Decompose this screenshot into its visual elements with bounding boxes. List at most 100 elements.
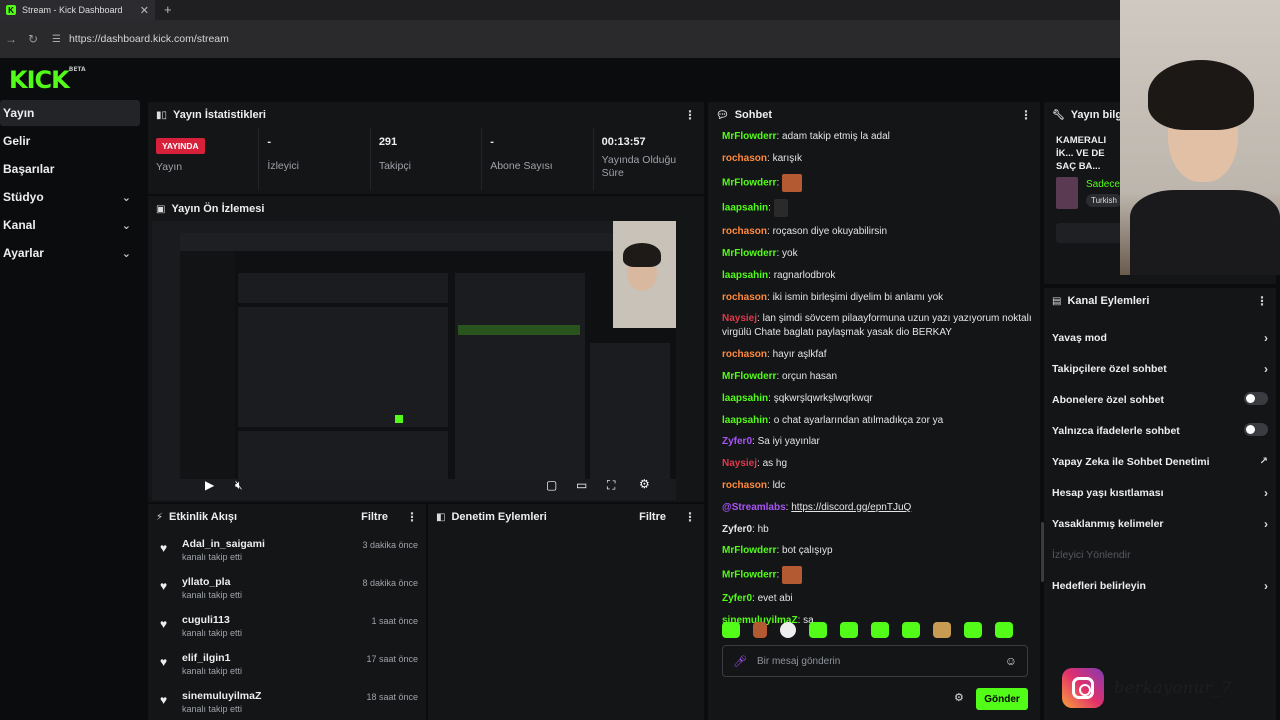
chat-username[interactable]: MrFlowderr — [722, 570, 776, 581]
action-goals[interactable]: Hedefleri belirleyin › — [1044, 570, 1276, 601]
site-settings-icon[interactable]: ☰ — [52, 34, 61, 45]
emote-icon[interactable] — [964, 622, 982, 638]
action-followers-only[interactable]: Takipçilere özel sohbet › — [1044, 353, 1276, 384]
send-button[interactable]: Gönder — [976, 688, 1028, 710]
chat-settings-icon[interactable]: ⚙ — [954, 691, 964, 704]
action-label: Hedefleri belirleyin — [1052, 579, 1146, 592]
emote-icon[interactable] — [809, 622, 827, 638]
feed-user[interactable]: yllato_pla — [182, 576, 362, 588]
theater-icon[interactable]: ▭ — [576, 478, 587, 492]
action-banned-words[interactable]: Yasaklanmış kelimeler › — [1044, 508, 1276, 539]
chat-username[interactable]: @Streamlabs — [722, 502, 786, 513]
chat-message: rochason: karışık — [722, 152, 1038, 166]
emote-icon[interactable] — [902, 622, 920, 638]
chat-username[interactable]: rochason — [722, 226, 767, 237]
feed-user[interactable]: elif_ilgin1 — [182, 652, 366, 664]
chat-input[interactable]: 🎤︎ Bir mesaj gönderin ☺ — [722, 645, 1028, 677]
chat-username[interactable]: MrFlowderr — [722, 248, 776, 259]
wrench-icon: 🔧︎ — [1052, 109, 1065, 121]
chat-username[interactable]: Naysiej — [722, 313, 757, 324]
chat-username[interactable]: MrFlowderr — [722, 371, 776, 382]
list-item[interactable]: ♥ cuguli113 kanalı takip etti 1 saat önce — [148, 614, 426, 652]
more-options-icon[interactable]: ⋮ — [684, 510, 696, 524]
feed-time: 8 dakika önce — [362, 578, 418, 588]
list-item[interactable]: ♥ Adal_in_saigami kanalı takip etti 3 dak… — [148, 538, 426, 576]
more-options-icon[interactable]: ⋮ — [684, 108, 696, 122]
microphone-icon[interactable]: 🎤︎ — [733, 655, 747, 668]
sidebar-item-yayin[interactable]: Yayın — [0, 100, 140, 126]
filter-button[interactable]: Filtre — [361, 511, 388, 523]
sidebar-item-basarilar[interactable]: Başarılar — [0, 156, 140, 182]
chat-username[interactable]: laapsahin — [722, 270, 768, 281]
chat-text: karışık — [772, 152, 803, 164]
preview-icon: ▣ — [156, 203, 166, 215]
stat-label: Takipçi — [378, 160, 411, 172]
emote-icon[interactable] — [933, 622, 951, 638]
chevron-right-icon: › — [1264, 485, 1268, 500]
sidebar-item-label: Yayın — [3, 106, 35, 120]
chat-username[interactable]: rochason — [722, 153, 767, 164]
chat-message: Zyfer0: Sa iyi yayınlar — [722, 435, 1038, 449]
mute-icon[interactable]: 🔇︎ — [235, 478, 243, 493]
logo-badge: BETA — [68, 66, 86, 73]
chat-username[interactable]: laapsahin — [722, 393, 768, 404]
browser-tab[interactable]: K Stream - Kick Dashboard ✕ — [0, 0, 155, 20]
chat-username[interactable]: Zyfer0 — [722, 436, 752, 447]
sidebar-item-studyo[interactable]: Stüdyo ⌄ — [0, 184, 140, 210]
category-name[interactable]: Sadece — [1086, 179, 1122, 190]
emotes-only-toggle[interactable] — [1244, 422, 1268, 436]
more-options-icon[interactable]: ⋮ — [406, 510, 418, 524]
chat-username[interactable]: laapsahin — [722, 415, 768, 426]
sidebar-item-ayarlar[interactable]: Ayarlar ⌄ — [0, 240, 140, 266]
action-ai-moderation[interactable]: Yapay Zeka ile Sohbet Denetimi ↗ — [1044, 446, 1276, 477]
more-options-icon[interactable]: ⋮ — [1020, 108, 1032, 122]
list-item[interactable]: ♥ sinemuluyilmaZ kanalı takip etti 18 saa… — [148, 690, 426, 720]
kick-logo[interactable]: KICKBETA — [9, 66, 86, 94]
chat-username[interactable]: MrFlowderr — [722, 177, 776, 188]
emote-icon[interactable] — [753, 622, 767, 638]
emote-icon[interactable] — [995, 622, 1013, 638]
new-tab-icon[interactable]: + — [164, 2, 172, 17]
forward-icon[interactable]: → — [0, 32, 22, 46]
sidebar-item-kanal[interactable]: Kanal ⌄ — [0, 212, 140, 238]
chat-username[interactable]: Naysiej — [722, 458, 757, 469]
emote-icon[interactable] — [871, 622, 889, 638]
chat-username[interactable]: rochason — [722, 349, 767, 360]
stream-preview-video[interactable]: ▶ 🔇︎ ▢ ▭ ⛶ ⚙ — [152, 221, 676, 500]
emote-icon[interactable] — [780, 622, 796, 638]
filter-button[interactable]: Filtre — [639, 511, 666, 523]
chat-username[interactable]: Zyfer0 — [722, 593, 752, 604]
chat-text: yok — [782, 247, 798, 259]
subscribers-only-toggle[interactable] — [1244, 391, 1268, 405]
feed-user[interactable]: sinemuluyilmaZ — [182, 690, 366, 702]
chat-username[interactable]: laapsahin — [722, 203, 768, 214]
url-field[interactable]: ☰ https://dashboard.kick.com/stream — [52, 26, 1152, 52]
settings-icon[interactable]: ⚙ — [639, 477, 650, 491]
list-item[interactable]: ♥ yllato_pla kanalı takip etti 8 dakika ö… — [148, 576, 426, 614]
list-item[interactable]: ♥ elif_ilgin1 kanalı takip etti 17 saat ö… — [148, 652, 426, 690]
feed-action: kanalı takip etti — [182, 704, 243, 714]
chat-text[interactable]: https://discord.gg/epnTJuQ — [791, 502, 911, 513]
action-account-age[interactable]: Hesap yaşı kısıtlaması › — [1044, 477, 1276, 508]
close-tab-icon[interactable]: ✕ — [140, 4, 149, 17]
action-slow-mode[interactable]: Yavaş mod › — [1044, 322, 1276, 353]
chat-username[interactable]: rochason — [722, 292, 767, 303]
feed-time: 1 saat önce — [371, 616, 418, 626]
chat-username[interactable]: Zyfer0 — [722, 524, 752, 535]
chevron-right-icon: › — [1264, 516, 1268, 531]
play-icon[interactable]: ▶ — [205, 478, 214, 492]
pip-icon[interactable]: ▢ — [546, 478, 557, 492]
chat-username[interactable]: MrFlowderr — [722, 131, 776, 142]
feed-user[interactable]: Adal_in_saigami — [182, 538, 362, 550]
more-options-icon[interactable]: ⋮ — [1256, 294, 1268, 308]
reload-icon[interactable]: ↻ — [22, 32, 44, 46]
kick-favicon-icon: K — [6, 5, 16, 15]
fullscreen-icon[interactable]: ⛶ — [607, 478, 615, 493]
emote-icon[interactable] — [722, 622, 740, 638]
sidebar-item-gelir[interactable]: Gelir — [0, 128, 140, 154]
feed-user[interactable]: cuguli113 — [182, 614, 371, 626]
chat-username[interactable]: rochason — [722, 480, 767, 491]
chat-username[interactable]: MrFlowderr — [722, 545, 776, 556]
emoji-icon[interactable]: ☺ — [1005, 654, 1017, 668]
emote-icon[interactable] — [840, 622, 858, 638]
